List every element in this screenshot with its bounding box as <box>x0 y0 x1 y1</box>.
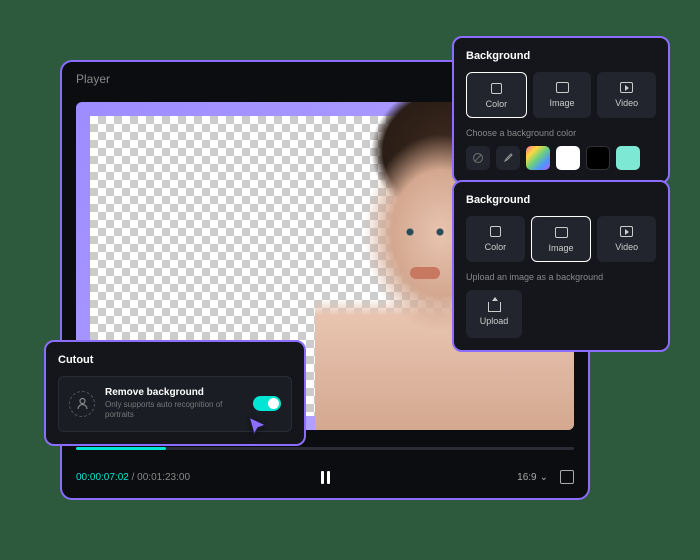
cursor-pointer-icon <box>246 415 272 441</box>
background-panel-color: Background Color Image Video Choose a ba… <box>452 36 670 184</box>
color-icon <box>488 224 502 238</box>
current-time: 00:00:07:02 <box>76 472 129 483</box>
timeline-scrubber[interactable] <box>76 447 574 450</box>
tab-video[interactable]: Video <box>597 72 656 118</box>
bg-panel-title: Background <box>466 50 656 62</box>
tab-image[interactable]: Image <box>533 72 592 118</box>
aspect-ratio-selector[interactable]: 16:9 ⌄ <box>517 472 548 483</box>
swatch-rainbow[interactable] <box>526 146 550 170</box>
remove-bg-subtitle: Only supports auto recognition of portra… <box>105 400 243 421</box>
pause-button[interactable] <box>315 467 335 487</box>
remove-bg-toggle[interactable] <box>253 396 281 411</box>
total-time: 00:01:23:00 <box>137 472 190 483</box>
remove-bg-title: Remove background <box>105 387 243 398</box>
image-hint: Upload an image as a background <box>466 272 656 282</box>
swatch-white[interactable] <box>556 146 580 170</box>
tab-video-2[interactable]: Video <box>597 216 656 262</box>
video-icon <box>620 80 634 94</box>
player-controls: 00:00:07:02 / 00:01:23:00 16:9 ⌄ <box>62 456 588 498</box>
chevron-down-icon: ⌄ <box>540 472 548 483</box>
image-icon <box>555 80 569 94</box>
person-icon <box>69 391 95 417</box>
swatch-mint[interactable] <box>616 146 640 170</box>
eyedropper-button[interactable] <box>496 146 520 170</box>
image-icon <box>554 225 568 239</box>
tab-color-2[interactable]: Color <box>466 216 525 262</box>
color-hint: Choose a background color <box>466 128 656 138</box>
bg-panel-title2: Background <box>466 194 656 206</box>
background-panel-image: Background Color Image Video Upload an i… <box>452 180 670 352</box>
tab-color[interactable]: Color <box>466 72 527 118</box>
timecode: 00:00:07:02 / 00:01:23:00 <box>76 472 190 483</box>
cutout-panel-title: Cutout <box>58 354 292 366</box>
upload-icon <box>488 302 501 312</box>
swatch-none[interactable] <box>466 146 490 170</box>
upload-button[interactable]: Upload <box>466 290 522 338</box>
fullscreen-button[interactable] <box>560 470 574 484</box>
tab-image-2[interactable]: Image <box>531 216 592 262</box>
swatch-black[interactable] <box>586 146 610 170</box>
color-icon <box>489 81 503 95</box>
video-icon <box>620 224 634 238</box>
